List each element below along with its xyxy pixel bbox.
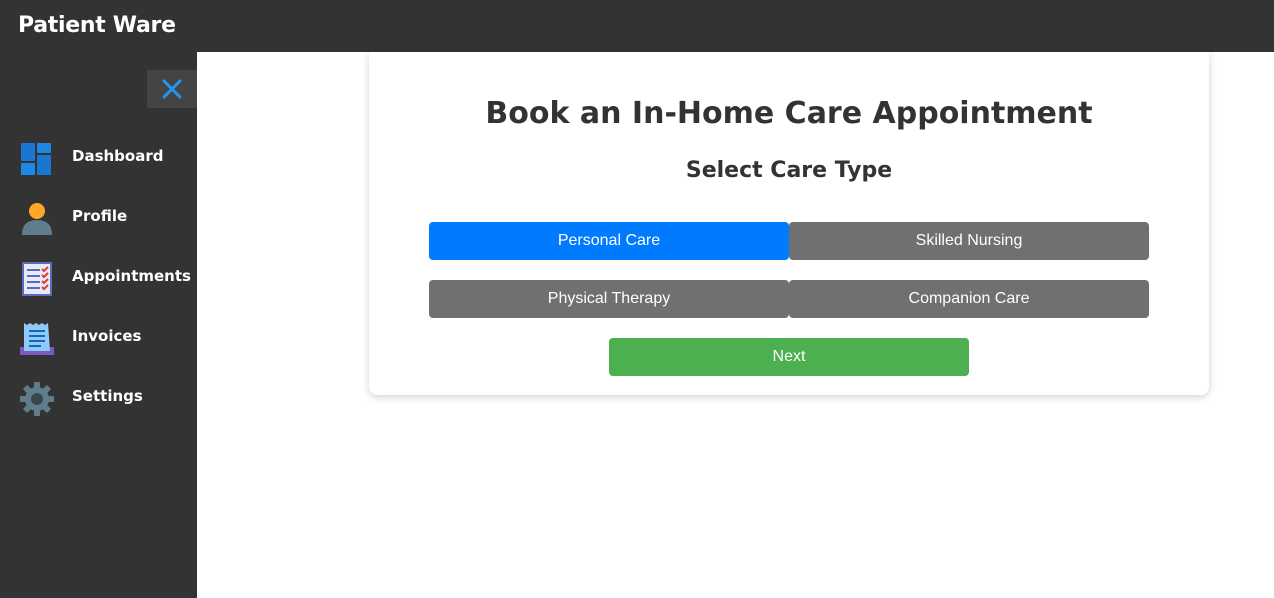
app-title: Patient Ware	[18, 13, 176, 38]
section-subtitle: Select Care Type	[685, 158, 893, 183]
sidebar-item-label: Profile	[72, 207, 128, 225]
care-type-skilled-nursing-button[interactable]: Skilled Nursing	[789, 222, 1149, 260]
receipt-icon	[20, 323, 54, 355]
gear-icon	[20, 382, 54, 416]
sidebar: Dashboard Profile Appointments Invoices …	[0, 52, 197, 598]
sidebar-item-label: Appointments	[72, 267, 191, 285]
sidebar-item-appointments[interactable]: Appointments	[0, 252, 197, 302]
user-icon	[22, 203, 52, 235]
care-type-physical-therapy-button[interactable]: Physical Therapy	[429, 280, 789, 318]
close-sidebar-button[interactable]	[147, 70, 197, 108]
sidebar-item-profile[interactable]: Profile	[0, 192, 197, 242]
care-type-personal-care-button[interactable]: Personal Care	[429, 222, 789, 260]
booking-card: Book an In-Home Care Appointment Select …	[369, 52, 1209, 395]
sidebar-item-dashboard[interactable]: Dashboard	[0, 132, 197, 182]
close-icon	[162, 79, 182, 99]
page-title: Book an In-Home Care Appointment	[485, 96, 1093, 131]
sidebar-item-label: Invoices	[72, 327, 142, 345]
next-button[interactable]: Next	[609, 338, 969, 376]
care-type-companion-care-button[interactable]: Companion Care	[789, 280, 1149, 318]
checklist-icon	[22, 262, 52, 296]
sidebar-item-label: Settings	[72, 387, 143, 405]
sidebar-item-label: Dashboard	[72, 147, 164, 165]
top-bar: Patient Ware	[0, 0, 1274, 52]
sidebar-item-invoices[interactable]: Invoices	[0, 312, 197, 362]
dashboard-icon	[21, 143, 51, 175]
sidebar-item-settings[interactable]: Settings	[0, 372, 197, 422]
